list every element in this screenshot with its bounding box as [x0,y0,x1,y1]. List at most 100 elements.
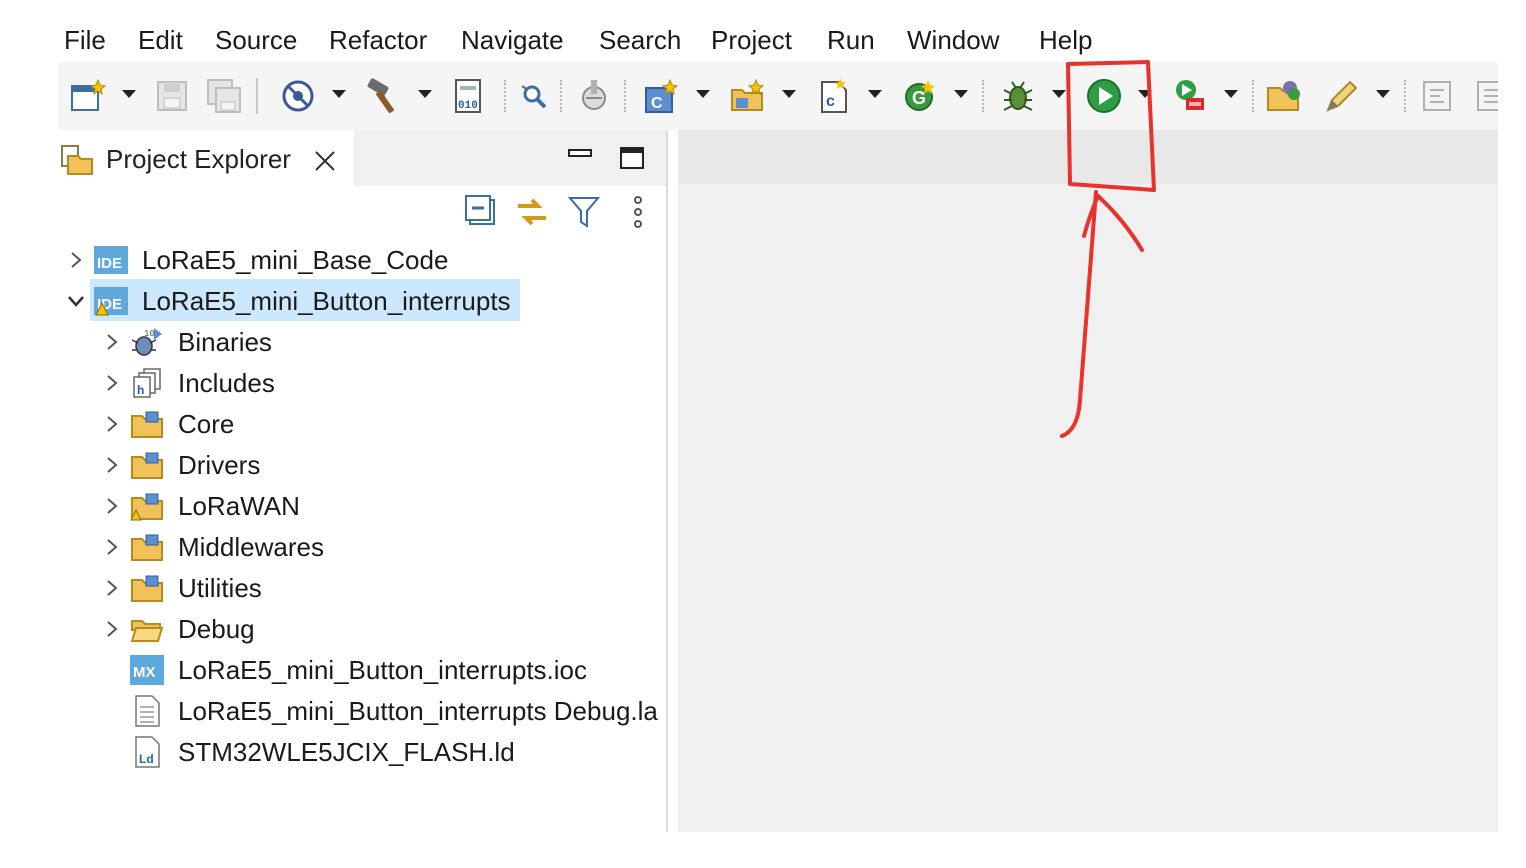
tree-item-binaries[interactable]: 10 Binaries [102,324,662,360]
tree-item-label: LoRaWAN [178,491,300,521]
chevron-right-icon[interactable] [102,578,122,598]
new-c-project-icon[interactable]: C [642,76,682,116]
chevron-right-icon[interactable] [102,414,122,434]
collapse-all-icon[interactable] [464,194,500,230]
menu-edit[interactable]: Edit [138,24,183,56]
build-config-icon[interactable] [278,76,318,116]
new-c-class-icon[interactable]: c [814,76,854,116]
tree-item-project[interactable]: IDE LoRaE5_mini_Button_interrupts [66,283,666,319]
svg-text:c: c [826,93,835,110]
link-with-editor-icon[interactable] [514,194,550,230]
toolbar-separator [624,80,628,112]
tree-item-label: STM32WLE5JCIX_FLASH.ld [178,737,515,767]
debug-dropdown-icon[interactable] [1052,90,1066,98]
debug-bug-icon[interactable] [998,76,1038,116]
svg-text:G: G [912,88,926,108]
run-play-icon[interactable] [1084,76,1124,116]
hammer-build-icon[interactable] [364,76,404,116]
toolbar-separator [504,80,508,112]
menu-project[interactable]: Project [711,24,792,56]
tree-item-utilities[interactable]: Utilities [102,570,662,606]
chevron-down-icon[interactable] [66,291,86,311]
tree-item-label: Core [178,409,235,439]
toggle-icon[interactable] [1418,76,1458,116]
tree-item-project[interactable]: IDE LoRaE5_mini_Base_Code [66,242,666,278]
menu-run[interactable]: Run [827,24,875,56]
tree-item-linker-file[interactable]: Ld STM32WLE5JCIX_FLASH.ld [102,734,662,770]
tree-item-launch-file[interactable]: LoRaE5_mini_Button_interrupts Debug.la [102,693,664,729]
chevron-right-icon[interactable] [102,455,122,475]
svg-text:IDE: IDE [97,255,122,272]
maximize-icon[interactable] [618,144,646,172]
tree-item-label: Middlewares [178,532,324,562]
new-dropdown-icon[interactable] [122,90,136,98]
menu-file[interactable]: File [64,24,106,56]
tree-item-ioc-file[interactable]: MX LoRaE5_mini_Button_interrupts.ioc [102,652,662,688]
toolbar-separator [982,80,986,112]
tree-item-label: Debug [178,614,255,644]
debug-config-icon[interactable] [574,76,614,116]
main-toolbar: 010 C c G [58,62,1498,130]
refresh-dropdown-icon[interactable] [954,90,968,98]
tree-item-label: Binaries [178,327,272,357]
source-folder-icon [130,531,164,563]
new-c-project-dropdown-icon[interactable] [696,90,710,98]
binary-icon[interactable]: 010 [450,76,490,116]
tree-item-lorawan[interactable]: LoRaWAN [102,488,662,524]
toggle-icon[interactable] [1472,76,1498,116]
search-icon[interactable] [514,76,554,116]
tab-project-explorer[interactable]: Project Explorer [58,130,354,188]
binaries-icon: 10 [130,326,164,358]
chevron-right-icon[interactable] [102,373,122,393]
save-icon[interactable] [152,76,192,116]
svg-text:MX: MX [133,664,156,681]
run-dropdown-icon[interactable] [1138,90,1152,98]
tree-item-label: LoRaE5_mini_Button_interrupts Debug.la [178,696,658,726]
tree-item-drivers[interactable]: Drivers [102,447,662,483]
new-icon[interactable] [68,76,108,116]
menu-search[interactable]: Search [599,24,681,56]
filter-icon[interactable] [566,194,602,230]
refresh-icon[interactable]: G [900,76,940,116]
close-icon[interactable] [312,148,338,174]
menu-bar: File Edit Source Refactor Navigate Searc… [0,0,1498,60]
menu-navigate[interactable]: Navigate [461,24,564,56]
open-folder-icon[interactable] [1264,76,1304,116]
new-source-folder-icon[interactable] [728,76,768,116]
chevron-right-icon[interactable] [102,537,122,557]
chevron-right-icon[interactable] [102,496,122,516]
build-config-dropdown-icon[interactable] [332,90,346,98]
ide-project-icon: IDE [94,244,128,276]
pen-icon[interactable] [1320,76,1360,116]
minimize-icon[interactable] [566,144,594,172]
source-folder-icon [130,449,164,481]
svg-text:010: 010 [458,100,478,112]
run-external-icon[interactable] [1170,76,1210,116]
tree-item-debug[interactable]: Debug [102,611,662,647]
menu-source[interactable]: Source [215,24,297,56]
save-all-icon[interactable] [204,76,244,116]
folder-icon [130,613,164,645]
menu-window[interactable]: Window [907,24,999,56]
source-folder-icon [130,490,164,522]
tree-item-core[interactable]: Core [102,406,662,442]
mx-file-icon: MX [130,654,164,686]
new-c-class-dropdown-icon[interactable] [868,90,882,98]
tree-item-middlewares[interactable]: Middlewares [102,529,662,565]
text-file-icon [130,695,164,727]
pen-dropdown-icon[interactable] [1376,90,1390,98]
tree-item-includes[interactable]: h Includes [102,365,662,401]
editor-area [678,130,1498,832]
menu-help[interactable]: Help [1039,24,1092,56]
project-explorer-view: Project Explorer IDE LoRaE5_mini_Base_Co… [58,130,668,832]
tree-item-label: LoRaE5_mini_Base_Code [142,245,449,275]
chevron-right-icon[interactable] [102,619,122,639]
menu-refactor[interactable]: Refactor [329,24,427,56]
chevron-right-icon[interactable] [66,250,86,270]
build-dropdown-icon[interactable] [418,90,432,98]
run-external-dropdown-icon[interactable] [1224,90,1238,98]
view-menu-icon[interactable] [620,194,656,230]
source-folder-icon [130,408,164,440]
new-source-folder-dropdown-icon[interactable] [782,90,796,98]
chevron-right-icon[interactable] [102,332,122,352]
